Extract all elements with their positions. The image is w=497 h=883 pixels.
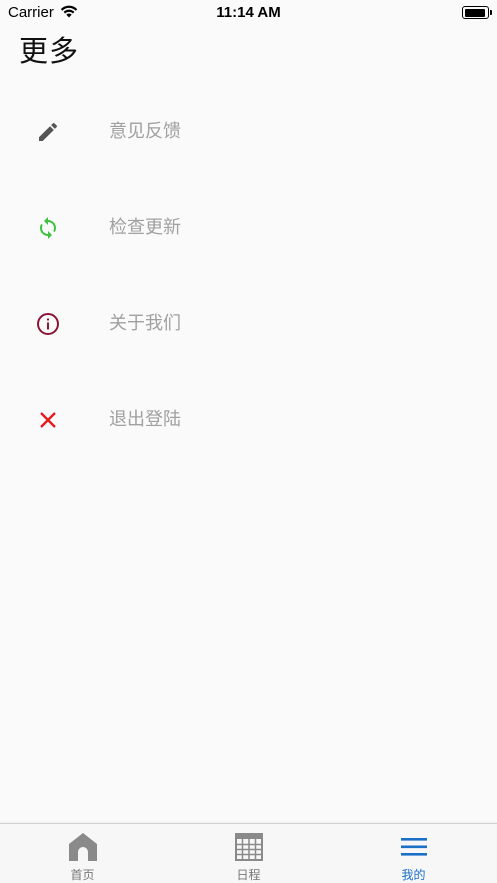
tab-label: 我的 xyxy=(401,868,426,882)
tab-label: 首页 xyxy=(70,868,95,882)
calendar-icon xyxy=(233,832,265,862)
pencil-icon xyxy=(36,120,60,144)
info-icon xyxy=(36,312,60,336)
more-menu: 意见反馈 检查更新 关于我们 退出登陆 xyxy=(0,84,497,468)
menu-item-label: 关于我们 xyxy=(109,313,181,334)
close-icon xyxy=(36,408,60,432)
status-time: 11:14 AM xyxy=(216,4,281,21)
menu-item-label: 检查更新 xyxy=(109,217,181,238)
menu-item-feedback[interactable]: 意见反馈 xyxy=(0,84,497,180)
menu-icon xyxy=(398,832,430,862)
page-title: 更多 xyxy=(19,34,80,68)
battery-icon xyxy=(462,6,492,19)
menu-item-about[interactable]: 关于我们 xyxy=(0,276,497,372)
tab-schedule[interactable]: 日程 xyxy=(166,824,331,883)
refresh-icon xyxy=(36,216,60,240)
tab-home[interactable]: 首页 xyxy=(0,824,165,883)
tab-label: 日程 xyxy=(236,868,261,882)
menu-item-label: 退出登陆 xyxy=(109,409,181,430)
home-icon xyxy=(67,832,99,862)
menu-item-check-update[interactable]: 检查更新 xyxy=(0,180,497,276)
more-screen: Carrier 11:14 AM 更多 意见反馈 检查更新 关于我们 退出登陆 … xyxy=(0,0,497,883)
status-bar: Carrier 11:14 AM xyxy=(0,0,497,26)
menu-item-label: 意见反馈 xyxy=(109,121,181,142)
tab-bar: 首页 日程 我的 xyxy=(0,823,497,883)
menu-item-logout[interactable]: 退出登陆 xyxy=(0,372,497,468)
tab-mine[interactable]: 我的 xyxy=(331,824,496,883)
